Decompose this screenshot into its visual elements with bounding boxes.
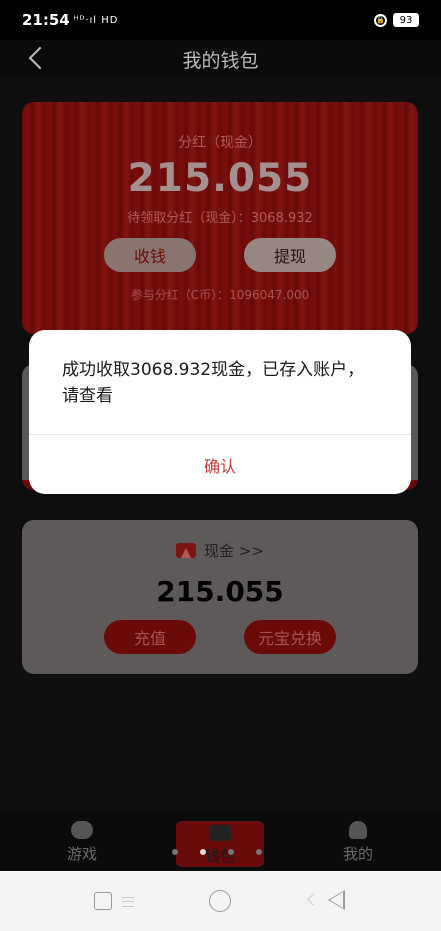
nav-bar: 我的钱包 (0, 40, 441, 78)
page-dot (172, 849, 178, 855)
recharge-button[interactable]: 充值 (104, 620, 196, 654)
signal-icon: ᴴᴰ·ıl HD (73, 14, 119, 26)
collect-button[interactable]: 收钱 (104, 238, 196, 272)
page-dot-active (200, 849, 206, 855)
gamepad-icon (71, 821, 93, 839)
status-left: 21:54 ᴴᴰ·ıl HD (22, 11, 118, 29)
system-nav-bar (0, 871, 441, 931)
withdraw-button[interactable]: 提现 (244, 238, 336, 272)
back-icon[interactable] (28, 48, 48, 70)
tab-mine-label: 我的 (342, 845, 373, 863)
system-back-icon[interactable] (328, 890, 345, 910)
page-dot (228, 849, 234, 855)
back-faint-icon (307, 893, 320, 906)
cash-amount: 215.055 (156, 575, 284, 608)
pending-dividend: 待领取分红（现金）：3068.932 (127, 211, 313, 226)
dividend-label: 分红（现金） (178, 135, 262, 151)
status-time: 21:54 (22, 11, 70, 29)
user-icon (349, 821, 367, 839)
tab-bar: 游戏 钱包 我的 (0, 813, 441, 871)
tab-game[interactable]: 游戏 (52, 819, 112, 867)
coin-dividend: 参与分红（C币）：1096047.000 (130, 288, 310, 302)
wallet-icon (209, 825, 231, 841)
cash-header[interactable]: 现金 >> (22, 540, 418, 561)
fire-icon (176, 543, 197, 558)
recents-icon[interactable] (94, 892, 112, 910)
page-title: 我的钱包 (182, 49, 259, 72)
page-dot (256, 849, 262, 855)
tab-mine[interactable]: 我的 (328, 819, 388, 867)
tab-game-label: 游戏 (66, 845, 97, 863)
dividend-card: 分红（现金） 215.055 待领取分红（现金）：3068.932 收钱 提现 … (22, 102, 418, 334)
rotation-lock-icon: 🔒 (374, 13, 387, 27)
battery-icon: 93 (393, 13, 419, 27)
dividend-actions: 收钱 提现 (22, 238, 418, 272)
cash-actions: 充值 元宝兑换 (22, 620, 418, 654)
tab-wallet[interactable]: 钱包 (176, 821, 264, 867)
confirm-button[interactable]: 确认 (29, 435, 411, 494)
menu-icon (122, 897, 134, 907)
dialog-message: 成功收取3068.932现金，已存入账户，请查看 (62, 360, 365, 406)
home-icon[interactable] (209, 890, 231, 912)
success-dialog: 成功收取3068.932现金，已存入账户，请查看 确认 (29, 330, 411, 494)
status-right: 🔒 93 (374, 13, 419, 27)
cash-card: 现金 >> 215.055 充值 元宝兑换 (22, 520, 418, 674)
exchange-button[interactable]: 元宝兑换 (244, 620, 336, 654)
cash-title: 现金 >> (204, 542, 264, 560)
dividend-amount: 215.055 (127, 156, 313, 201)
status-bar: 21:54 ᴴᴰ·ıl HD 🔒 93 (0, 0, 441, 40)
page-dots (172, 849, 262, 855)
